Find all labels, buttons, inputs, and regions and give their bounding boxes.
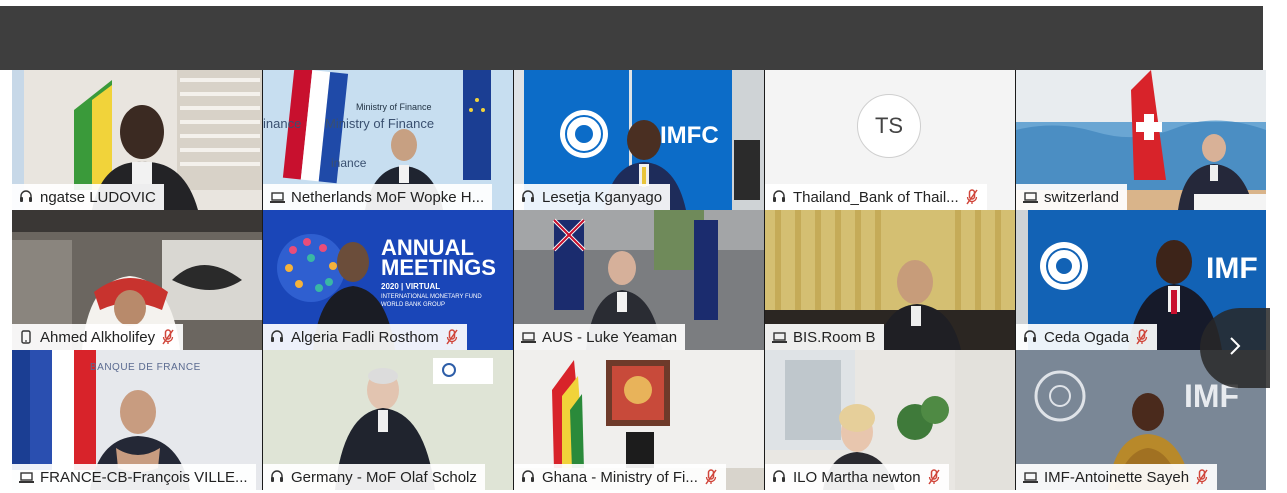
participant-tile[interactable]: Ministry of Finance inance Ministry of F… [263,70,513,210]
mic-muted-icon [1135,329,1149,345]
participant-name: Algeria Fadli Rosthom [291,328,439,346]
top-toolbar [0,6,1263,70]
participant-tile[interactable]: switzerland [1016,70,1266,210]
participant-name: Ahmed Alkholifey [40,328,156,346]
participant-name: FRANCE-CB-François VILLE... [40,468,248,486]
participant-name: switzerland [1044,188,1120,206]
participant-label: ILO Martha newton [765,464,949,490]
participant-tile[interactable]: BIS.Room B [765,210,1015,350]
participant-tile[interactable]: ngatse LUDOVIC [12,70,262,210]
participant-label: Lesetja Kganyago [514,184,671,210]
headset-icon [771,469,787,485]
participant-name: Netherlands MoF Wopke H... [291,188,485,206]
participant-tile[interactable]: AUS - Luke Yeaman [514,210,764,350]
background-text: 2020 | VIRTUAL [381,282,441,291]
video-grid: ngatse LUDOVIC Ministry of Finance inanc… [12,70,1266,490]
participant-name: IMF-Antoinette Sayeh [1044,468,1190,486]
participant-tile[interactable]: TS Thailand_Bank of Thail... [765,70,1015,210]
headset-icon [269,469,285,485]
participant-name: ILO Martha newton [793,468,921,486]
headset-icon [1022,329,1038,345]
participant-label: AUS - Luke Yeaman [514,324,686,350]
background-text: Ministry of Finance [325,116,435,131]
participant-name: Lesetja Kganyago [542,188,663,206]
participant-name: BIS.Room B [793,328,876,346]
participant-label: Thailand_Bank of Thail... [765,184,987,210]
headset-icon [18,189,34,205]
headset-icon [269,329,285,345]
phone-icon [18,329,34,345]
participant-label: Ceda Ogada [1016,324,1158,350]
background-text: INTERNATIONAL MONETARY FUND [381,294,482,300]
participant-label: Algeria Fadli Rosthom [263,324,467,350]
mic-muted-icon [965,189,979,205]
background-text: Ministry of Finance [356,102,432,112]
participant-label: Ahmed Alkholifey [12,324,184,350]
participant-name: Ceda Ogada [1044,328,1130,346]
participant-label: switzerland [1016,184,1128,210]
background-text: IMFC [660,122,719,149]
participant-tile[interactable]: ILO Martha newton [765,350,1015,490]
mic-muted-icon [927,469,941,485]
laptop-icon [18,469,34,485]
participant-name: Thailand_Bank of Thail... [793,188,959,206]
laptop-icon [771,329,787,345]
participant-label: Netherlands MoF Wopke H... [263,184,493,210]
participant-tile[interactable]: Ahmed Alkholifey [12,210,262,350]
laptop-icon [1022,189,1038,205]
background-text: inance [263,116,302,131]
participant-label: FRANCE-CB-François VILLE... [12,464,256,490]
mic-muted-icon [445,329,459,345]
participant-name: Germany - MoF Olaf Scholz [291,468,477,486]
mic-muted-icon [704,469,718,485]
laptop-icon [1022,469,1038,485]
headset-icon [520,469,536,485]
background-text: IMF [1206,252,1258,285]
next-page-button[interactable] [1200,308,1270,388]
participant-tile[interactable]: BANQUE DE FRANCE FRANCE-CB-François VILL… [12,350,262,490]
participant-tile[interactable]: IMFC Lesetja Kganyago [514,70,764,210]
background-text: inance [331,156,367,170]
headset-icon [771,189,787,205]
meeting-window: ngatse LUDOVIC Ministry of Finance inanc… [0,0,1287,493]
background-text: WORLD BANK GROUP [381,302,446,308]
participant-label: Germany - MoF Olaf Scholz [263,464,485,490]
participant-tile[interactable]: ANNUAL MEETINGS 2020 | VIRTUAL INTERNATI… [263,210,513,350]
participant-name: ngatse LUDOVIC [40,188,156,206]
participant-tile[interactable]: Germany - MoF Olaf Scholz [263,350,513,490]
avatar: TS [857,94,921,158]
participant-label: Ghana - Ministry of Fi... [514,464,726,490]
background-text: BANQUE DE FRANCE [90,362,201,373]
participant-label: BIS.Room B [765,324,884,350]
participant-label: ngatse LUDOVIC [12,184,164,210]
background-text: MEETINGS [381,255,496,280]
mic-muted-icon [1195,469,1209,485]
participant-name: AUS - Luke Yeaman [542,328,678,346]
participant-name: Ghana - Ministry of Fi... [542,468,698,486]
chevron-right-icon [1228,335,1242,362]
participant-tile[interactable]: Ghana - Ministry of Fi... [514,350,764,490]
mic-muted-icon [161,329,175,345]
laptop-icon [269,189,285,205]
participant-label: IMF-Antoinette Sayeh [1016,464,1218,490]
headset-icon [520,189,536,205]
laptop-icon [520,329,536,345]
